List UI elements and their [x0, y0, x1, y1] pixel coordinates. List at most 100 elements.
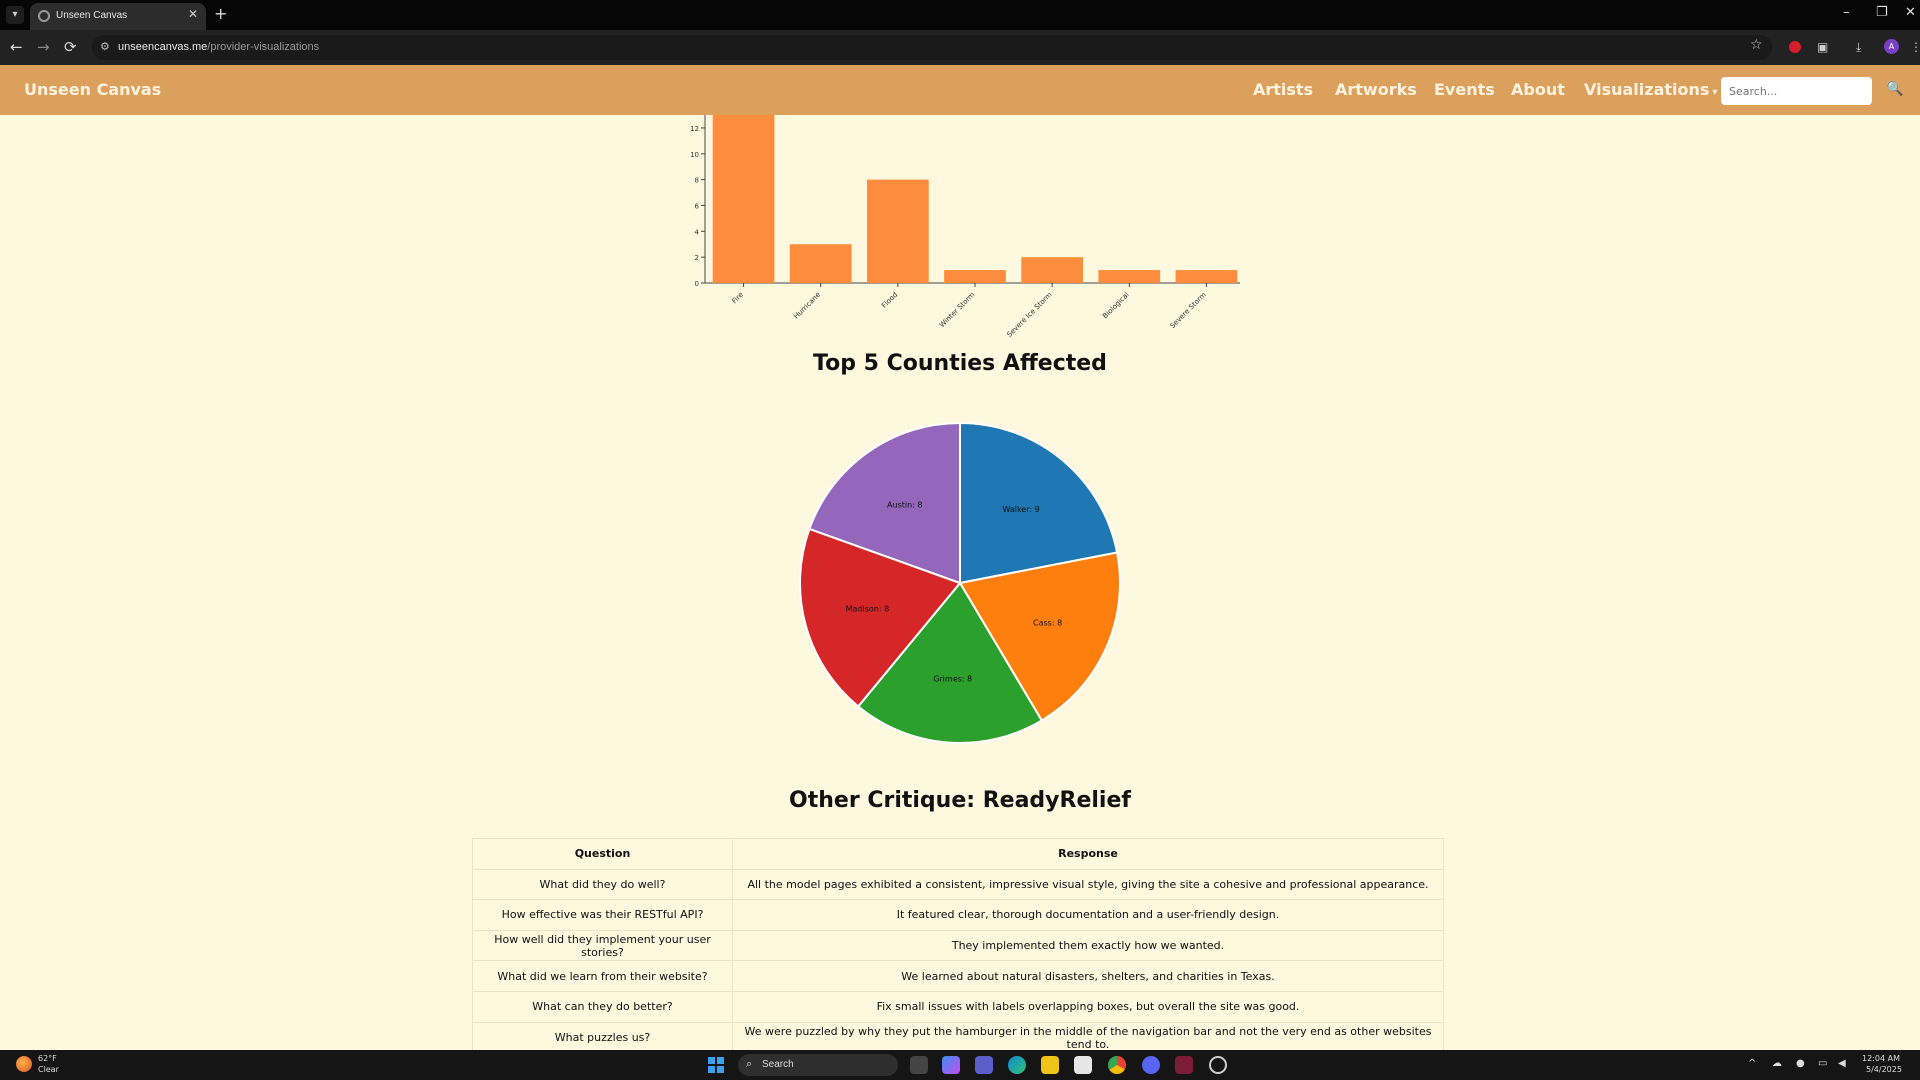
volume-icon[interactable]: ◀: [1838, 1058, 1846, 1069]
question-cell: How well did they implement your user st…: [472, 929, 733, 961]
y-tick-label: 10: [690, 151, 699, 159]
response-cell: Fix small issues with labels overlapping…: [732, 990, 1444, 1023]
site-info-icon[interactable]: ⚙: [100, 40, 110, 53]
minimize-icon[interactable]: –: [1843, 5, 1850, 20]
x-tick-label: Fire: [730, 291, 744, 305]
window-close-icon[interactable]: ✕: [1905, 5, 1916, 20]
tab-title: Unseen Canvas: [56, 10, 128, 21]
bar: [789, 244, 852, 283]
mic-icon[interactable]: ●: [1796, 1058, 1805, 1069]
nav-link-events[interactable]: Events: [1434, 80, 1495, 99]
nav-link-artists[interactable]: Artists: [1253, 80, 1313, 99]
response-cell: We were puzzled by why they put the hamb…: [732, 1021, 1444, 1053]
question-cell: How effective was their RESTful API?: [472, 899, 733, 931]
table-row: What can they do better? Fix small issues…: [472, 990, 1444, 1023]
url-text[interactable]: unseencanvas.me/provider-visualizations: [118, 41, 319, 53]
browser-tab[interactable]: Unseen Canvas ✕: [30, 3, 206, 30]
tray-overflow-icon[interactable]: ^: [1748, 1058, 1756, 1069]
pie-slice-label: Austin: 8: [887, 500, 922, 509]
brand-link[interactable]: Unseen Canvas: [24, 80, 161, 99]
puzzle-icon[interactable]: ▣: [1817, 40, 1828, 54]
response-cell: It featured clear, thorough documentatio…: [732, 899, 1444, 931]
copilot-icon[interactable]: [942, 1056, 960, 1074]
x-tick-label: Flood: [880, 291, 899, 310]
y-tick-label: 12: [690, 125, 699, 133]
browser-toolbar: ← → ⟳ ⚙ unseencanvas.me/provider-visuali…: [0, 30, 1920, 65]
question-cell: What did they do well?: [472, 868, 733, 900]
pie-slice-label: Grimes: 8: [933, 675, 972, 684]
x-tick-label: Severe Ice Storm: [1006, 291, 1054, 339]
pie-slice-label: Cass: 8: [1033, 618, 1062, 627]
bar: [1021, 257, 1083, 283]
address-bar[interactable]: ⚙ unseencanvas.me/provider-visualization…: [92, 35, 1772, 60]
store-icon[interactable]: [1074, 1056, 1092, 1074]
restore-icon[interactable]: ❐: [1876, 5, 1888, 20]
taskbar-search[interactable]: ⌕ Search: [738, 1054, 898, 1076]
column-header-response: Response: [732, 838, 1444, 870]
question-cell: What puzzles us?: [472, 1021, 733, 1053]
nav-dropdown-visualizations[interactable]: Visualizations ▾: [1584, 80, 1717, 99]
pie-chart-title: Top 5 Counties Affected: [813, 351, 1107, 376]
y-tick-label: 8: [695, 177, 699, 185]
app-icon[interactable]: [1175, 1056, 1193, 1074]
close-icon[interactable]: ✕: [188, 7, 198, 21]
response-cell: We learned about natural disasters, shel…: [732, 960, 1444, 992]
star-icon[interactable]: ☆: [1750, 37, 1763, 53]
x-tick-label: Hurricane: [792, 291, 822, 321]
response-cell: They implemented them exactly how we wan…: [732, 929, 1444, 961]
kebab-menu-icon[interactable]: ⋮: [1910, 40, 1920, 54]
chrome-icon[interactable]: [1108, 1056, 1126, 1074]
reload-icon[interactable]: ⟳: [64, 38, 77, 56]
critique-table: Question Response What did they do well?…: [472, 838, 1444, 1053]
critique-title: Other Critique: ReadyRelief: [789, 788, 1131, 813]
nav-link-artworks[interactable]: Artworks: [1335, 80, 1417, 99]
edge-icon[interactable]: [1008, 1056, 1026, 1074]
new-tab-button[interactable]: +: [214, 4, 227, 23]
question-cell: What did we learn from their website?: [472, 960, 733, 992]
network-icon[interactable]: ▭: [1818, 1058, 1827, 1069]
table-row: What did we learn from their website? We …: [472, 960, 1444, 992]
teams-icon[interactable]: [975, 1056, 993, 1074]
clock-time: 12:04 AM: [1862, 1054, 1900, 1063]
task-view-icon[interactable]: [910, 1056, 928, 1074]
caret-down-icon: ▾: [1712, 87, 1718, 98]
chevron-down-icon[interactable]: ▾: [6, 6, 24, 24]
response-cell: All the model pages exhibited a consiste…: [732, 868, 1444, 900]
windows-start-icon[interactable]: [708, 1057, 724, 1073]
table-row: What did they do well? All the model page…: [472, 868, 1444, 900]
x-tick-label: Biological: [1101, 291, 1131, 321]
steam-icon[interactable]: [1209, 1056, 1227, 1074]
browser-tab-bar: ▾ Unseen Canvas ✕ + – ❐ ✕: [0, 0, 1920, 30]
search-icon[interactable]: 🔍: [1886, 81, 1906, 101]
weather-temp: 62°F: [38, 1054, 57, 1063]
x-tick-label: Severe Storm: [1169, 291, 1208, 330]
pie-chart: Walker: 9 Cass: 8 Grimes: 8 Madison: 8 Austi…: [799, 421, 1121, 744]
table-header-row: Question Response: [472, 838, 1444, 870]
search-input[interactable]: [1721, 77, 1872, 105]
x-tick-label: Winter Storm: [938, 291, 977, 330]
clock-date: 5/4/2025: [1866, 1065, 1902, 1074]
table-row: How well did they implement your user st…: [472, 929, 1444, 961]
y-tick-label: 0: [695, 280, 699, 288]
extension-icon[interactable]: [1789, 41, 1801, 53]
back-icon[interactable]: ←: [10, 38, 23, 56]
nav-link-about[interactable]: About: [1511, 80, 1565, 99]
y-tick-label: 6: [695, 202, 700, 210]
weather-icon[interactable]: [16, 1056, 32, 1072]
column-header-question: Question: [472, 838, 733, 870]
download-icon[interactable]: ⤓: [1856, 40, 1861, 55]
discord-icon[interactable]: [1142, 1056, 1160, 1074]
bar: [712, 115, 775, 283]
bar: [867, 179, 929, 283]
table-row: What puzzles us? We were puzzled by why t…: [472, 1021, 1444, 1053]
taskbar-search-label: Search: [762, 1059, 794, 1070]
onedrive-icon[interactable]: ☁: [1772, 1058, 1782, 1069]
bar: [1175, 270, 1238, 283]
question-cell: What can they do better?: [472, 990, 733, 1023]
forward-icon[interactable]: →: [37, 38, 50, 56]
file-explorer-icon[interactable]: [1041, 1056, 1059, 1074]
bar: [944, 270, 1006, 283]
site-navbar: Unseen Canvas Artists Artworks Events Ab…: [0, 65, 1920, 115]
avatar[interactable]: A: [1884, 39, 1899, 54]
bar: [1098, 270, 1161, 283]
